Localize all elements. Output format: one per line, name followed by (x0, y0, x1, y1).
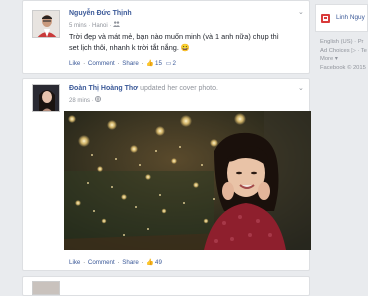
share-button[interactable]: Share (122, 60, 139, 67)
sidebar-footer: English (US) · Pr Ad Choices ▷ · Te More… (320, 38, 367, 72)
post-meta: 28 mins · (69, 96, 102, 104)
avatar[interactable] (32, 84, 60, 112)
footer-more[interactable]: More ▾ (320, 55, 367, 64)
footer-copyright: Facebook © 2015 (320, 64, 366, 71)
friends-icon[interactable] (113, 21, 121, 29)
footer-links-2[interactable]: Ad Choices ▷ · Te (320, 47, 367, 56)
comment-button[interactable]: Comment (88, 259, 115, 266)
post-meta: 5 mins · Hanoi · (69, 21, 121, 29)
comment-button[interactable]: Comment (88, 60, 115, 67)
chevron-down-icon[interactable]: ⌄ (298, 8, 304, 16)
like-count[interactable]: 👍15 (146, 60, 163, 67)
page-shortcut[interactable]: Linh Nguy (315, 4, 368, 32)
comment-count[interactable]: ▭2 (166, 60, 177, 67)
post-action-text: updated her cover photo. (140, 85, 218, 92)
like-button[interactable]: Like (69, 60, 80, 67)
feed-story-1: Nguyễn Đức Thịnh 5 mins · Hanoi · ⌄ Trời… (22, 0, 310, 74)
thumbs-up-icon: 👍 (146, 60, 155, 67)
avatar[interactable] (32, 281, 60, 295)
author-name[interactable]: Đoàn Thị Hoàng Thơ (69, 85, 138, 92)
right-sidebar: Linh Nguy English (US) · Pr Ad Choices ▷… (315, 0, 368, 285)
chevron-down-icon[interactable]: ⌄ (298, 84, 304, 92)
page-icon (321, 14, 330, 23)
post-time[interactable]: 5 mins (69, 23, 87, 29)
page-name: Linh Nguy (336, 14, 365, 21)
like-count[interactable]: 👍49 (146, 259, 163, 266)
post-actions: Like · Comment · Share · 👍49 (69, 259, 163, 266)
share-button[interactable]: Share (122, 259, 139, 266)
feed-story-2: Đoàn Thị Hoàng Thơ updated her cover pho… (22, 78, 311, 271)
post-header: Đoàn Thị Hoàng Thơ updated her cover pho… (69, 85, 218, 92)
public-icon[interactable] (95, 96, 102, 104)
author-name[interactable]: Nguyễn Đức Thịnh (69, 10, 132, 17)
thumbs-up-icon: 👍 (146, 259, 155, 266)
feed-story-3 (22, 276, 310, 296)
comment-icon: ▭ (165, 60, 172, 67)
post-location[interactable]: Hanoi (92, 23, 108, 29)
like-button[interactable]: Like (69, 259, 80, 266)
post-actions: Like · Comment · Share · 👍15 ▭2 (69, 60, 177, 67)
cover-photo[interactable] (64, 111, 311, 250)
post-text: Trời đẹp và mát mẻ, bạn nào muốn minh (v… (69, 32, 279, 52)
avatar[interactable] (32, 10, 60, 38)
footer-links-1[interactable]: English (US) · Pr (320, 38, 367, 47)
post-time[interactable]: 28 mins (69, 98, 90, 104)
